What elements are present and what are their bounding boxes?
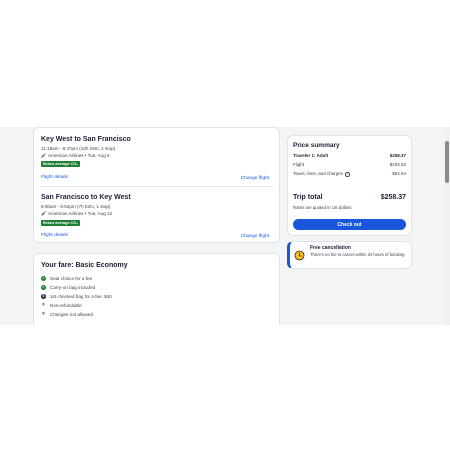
close-icon: × (42, 311, 45, 317)
flight-2-airline-text: American Airlines • Tue, Aug 12 (48, 211, 113, 216)
flight-1-airline-text: American Airlines • Tue, Aug 5 (48, 153, 110, 158)
co2-badge: Below average CO₂ (41, 161, 81, 167)
info-icon[interactable]: i (345, 172, 350, 177)
flight-2-change-link[interactable]: Change flight (241, 234, 269, 239)
price-summary-card: Price summary Traveler 1: Adult $258.37 … (287, 135, 412, 236)
trip-total-row: Trip total $258.37 (293, 194, 406, 201)
currency-note: Rates are quoted in US dollars (293, 205, 352, 210)
fare-item-text: Changes not allowed (50, 312, 93, 317)
price-summary-title: Price summary (293, 142, 340, 149)
flight-1-details-link[interactable]: Flight details (41, 175, 68, 180)
fare-item: ✓ Seat choice for a fee (41, 276, 92, 281)
traveler-label: Traveler 1: Adult (293, 153, 329, 158)
fare-item-text: Carry-on bag included (50, 285, 96, 290)
fare-item-text: Seat choice for a fee (50, 276, 93, 281)
airline-logo-icon (41, 211, 46, 216)
flight-2-times: 8:00am - 6:52pm (7h 52m, 1 stop) (41, 204, 111, 209)
fare-item: $ 1st checked bag for a fee: $40 (41, 294, 112, 299)
flights-card: Key West to San Francisco 11:18am - 6:47… (33, 127, 280, 243)
fare-title: Your fare: Basic Economy (41, 262, 128, 269)
divider (40, 186, 273, 187)
trip-total-label: Trip total (293, 194, 323, 201)
checkout-page: Key West to San Francisco 11:18am - 6:47… (0, 127, 444, 325)
fare-item: × Changes not allowed (41, 311, 93, 318)
flight-price-value: $193.83 (389, 162, 406, 167)
taxes-value: $64.54 (392, 171, 406, 176)
check-icon: ✓ (41, 284, 46, 290)
flight-2-route: San Francisco to Key West (41, 194, 131, 201)
fare-card: Your fare: Basic Economy ✓ Seat choice f… (33, 253, 280, 325)
flight-1-change-link[interactable]: Change flight (241, 176, 269, 181)
fare-item-text: Non-refundable (50, 303, 82, 308)
cancellation-title: Free cancellation (310, 245, 351, 251)
flight-1-times: 11:18am - 6:47pm (10h 29m, 1 stop) (41, 146, 116, 151)
close-icon: × (42, 302, 45, 308)
flight-2-details-link[interactable]: Flight details (41, 233, 68, 238)
traveler-row: Traveler 1: Adult $258.37 (293, 153, 406, 158)
co2-badge: Below average CO₂ (41, 220, 81, 226)
taxes-label: Taxes, fees, and charges (293, 171, 344, 176)
flight-2-airline: American Airlines • Tue, Aug 12 (41, 211, 112, 216)
check-out-button[interactable]: Check out (293, 219, 406, 230)
fare-item-text: 1st checked bag for a fee: $40 (50, 294, 112, 299)
flight-price-label: Flight (293, 162, 305, 167)
clock-icon (294, 248, 305, 261)
fare-item: × Non-refundable (41, 302, 82, 309)
taxes-row: Taxes, fees, and charges i $64.54 (293, 171, 406, 177)
airline-logo-icon (41, 153, 46, 158)
dollar-icon: $ (41, 293, 46, 299)
trip-total-value: $258.37 (380, 194, 406, 201)
free-cancellation-card: Free cancellation There's no fee to canc… (287, 241, 412, 269)
check-icon: ✓ (41, 275, 46, 281)
flight-price-row: Flight $193.83 (293, 162, 406, 167)
traveler-value: $258.37 (389, 153, 406, 158)
fare-item: ✓ Carry-on bag included (41, 285, 95, 290)
cancellation-text: There's no fee to cancel within 24 hours… (310, 252, 406, 257)
scrollbar-thumb[interactable] (445, 141, 449, 183)
taxes-label-group: Taxes, fees, and charges i (293, 171, 350, 177)
flight-1-airline: American Airlines • Tue, Aug 5 (41, 153, 110, 158)
flight-1-route: Key West to San Francisco (41, 136, 131, 143)
